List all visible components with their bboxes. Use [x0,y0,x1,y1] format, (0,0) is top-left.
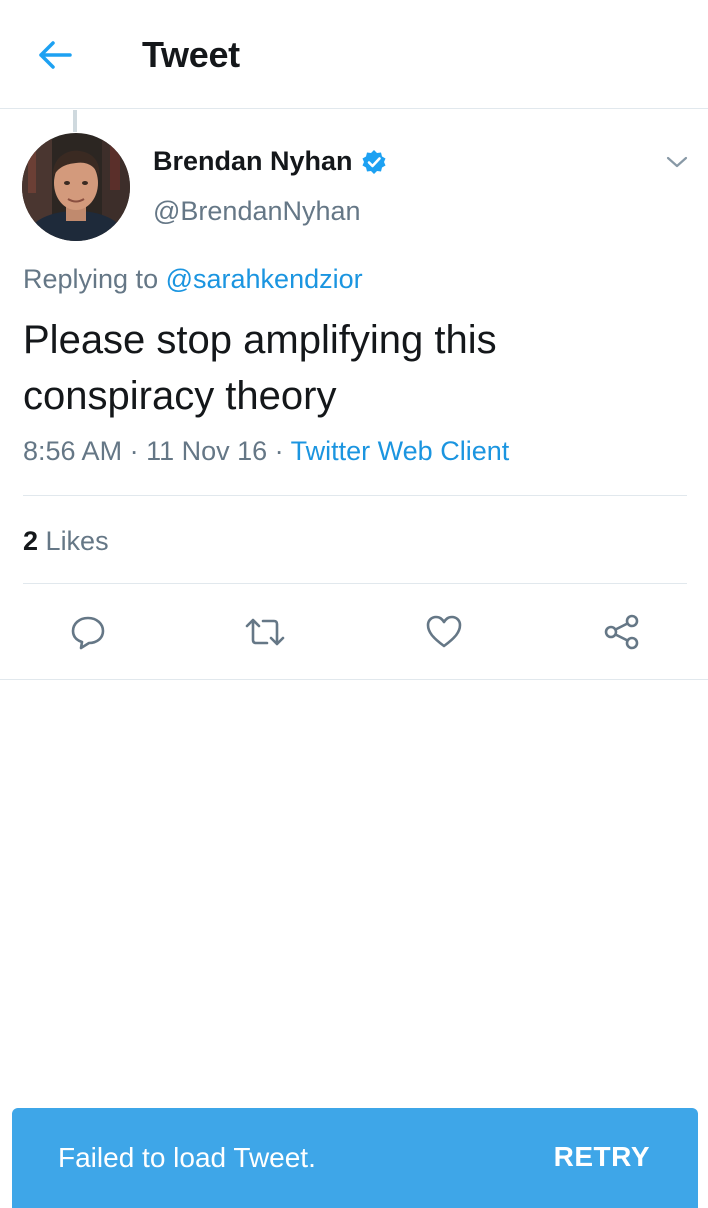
verified-badge-icon [361,149,387,175]
thread-connector-line [73,110,77,132]
share-button[interactable] [600,610,644,654]
meta-separator: · [122,436,147,466]
error-toast: Failed to load Tweet. RETRY [12,1108,698,1208]
tweet-text: Please stop amplifying this conspiracy t… [23,318,497,418]
tweet-source-link[interactable]: Twitter Web Client [291,436,510,466]
arrow-left-icon [39,41,72,69]
tweet-meta: 8:56 AM · 11 Nov 16 · Twitter Web Client [23,436,509,467]
like-button[interactable] [422,610,466,654]
retweet-button[interactable] [243,610,287,654]
author-name[interactable]: Brendan Nyhan [153,146,353,177]
avatar-photo [22,133,130,241]
reply-button[interactable] [66,610,110,654]
top-bar: Tweet [0,0,708,109]
retry-button[interactable]: RETRY [554,1141,650,1173]
share-icon [604,614,639,650]
replying-to-label: Replying to [23,264,159,294]
divider [0,679,708,680]
author-name-row[interactable]: Brendan Nyhan [153,146,387,177]
likes-count: 2 [23,526,39,556]
likes-label: Likes [45,526,109,556]
back-button[interactable] [30,30,80,80]
replying-to-link[interactable]: @sarahkendzior [166,264,363,294]
tweet-options-button[interactable] [662,150,692,174]
tweet-date: 11 Nov 16 [146,436,268,466]
replying-to-line: Replying to @sarahkendzior [23,264,363,295]
likes-stat[interactable]: 2 Likes [23,526,109,557]
tweet-time: 8:56 AM [23,436,123,466]
meta-separator: · [267,436,291,466]
divider [23,583,687,584]
like-icon [426,615,462,648]
toast-message: Failed to load Tweet. [58,1142,316,1173]
author-handle[interactable]: @BrendanNyhan [153,196,361,227]
page-title: Tweet [142,34,240,75]
reply-icon [71,616,105,650]
divider [23,495,687,496]
avatar[interactable] [22,133,130,241]
chevron-down-icon [666,156,688,168]
retweet-icon [245,618,285,646]
